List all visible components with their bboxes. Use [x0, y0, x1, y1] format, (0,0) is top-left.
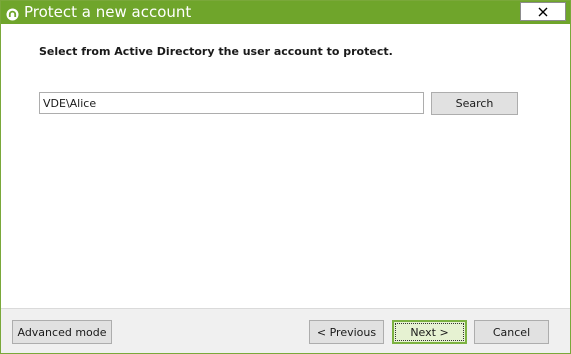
- instruction-text: Select from Active Directory the user ac…: [39, 45, 393, 58]
- cancel-button[interactable]: Cancel: [474, 320, 549, 344]
- dialog-window: Protect a new account Select from Active…: [0, 0, 571, 354]
- advanced-mode-button[interactable]: Advanced mode: [12, 320, 112, 344]
- focus-ring: [395, 323, 464, 341]
- close-button[interactable]: [520, 2, 566, 21]
- window-title: Protect a new account: [24, 3, 192, 21]
- app-logo-icon: [6, 6, 19, 21]
- title-bar[interactable]: Protect a new account: [1, 1, 570, 24]
- close-icon: [538, 2, 548, 21]
- previous-button[interactable]: < Previous: [309, 320, 384, 344]
- next-button[interactable]: Next >: [392, 320, 467, 344]
- search-button[interactable]: Search: [431, 92, 518, 115]
- account-input[interactable]: [39, 92, 424, 114]
- footer-bar: Advanced mode < Previous Next > Cancel: [1, 308, 570, 353]
